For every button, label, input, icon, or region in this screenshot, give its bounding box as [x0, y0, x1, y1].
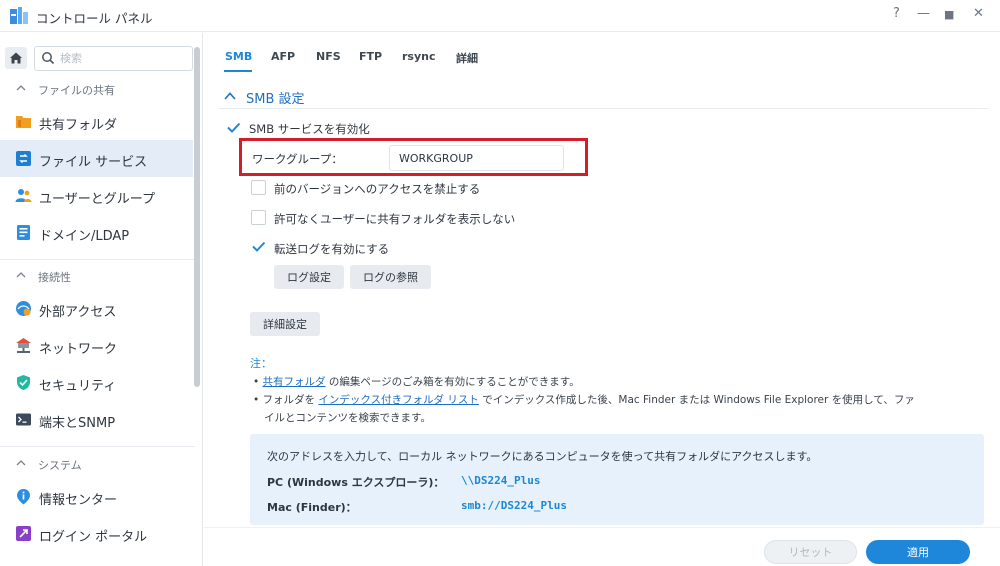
section-system[interactable]: システム — [0, 450, 195, 480]
sidebar-item-file-services[interactable]: ファイル サービス — [0, 140, 193, 177]
window-title: コントロール パネル — [36, 11, 153, 26]
advanced-settings-button[interactable]: 詳細設定 — [250, 312, 320, 336]
home-icon — [10, 52, 22, 64]
terminal-icon — [16, 413, 31, 426]
sidebar-item-label: 情報センター — [39, 493, 118, 508]
mac-address-value: smb://DS224_Plus — [461, 499, 567, 512]
external-access-icon — [16, 301, 31, 316]
network-icon — [16, 338, 31, 353]
hide-shared-folders-checkbox[interactable] — [251, 210, 266, 225]
note-line-2: • フォルダを インデックス付きフォルダ リスト でインデックス作成した後、Ma… — [253, 394, 915, 406]
home-button[interactable] — [5, 47, 27, 69]
tab-afp[interactable]: AFP — [271, 50, 295, 63]
enable-smb-checkbox[interactable] — [226, 120, 241, 135]
shield-icon — [17, 375, 30, 390]
smb-settings-header[interactable]: SMB 設定 — [218, 85, 988, 109]
control-panel-icon — [10, 7, 28, 24]
note-line-1: • 共有フォルダ の編集ページのごみ箱を有効にすることができます。 — [253, 376, 580, 388]
sidebar-item-label: ファイル サービス — [39, 155, 148, 170]
sidebar-item-external-access[interactable]: 外部アクセス — [0, 290, 193, 327]
indexed-folder-list-link[interactable]: インデックス付きフォルダ リスト — [318, 394, 479, 406]
section-file-sharing[interactable]: ファイルの共有 — [0, 75, 195, 105]
note-text: でインデックス作成した後、Mac Finder または Windows File… — [478, 394, 915, 406]
pc-address-value: \\DS224_Plus — [461, 474, 541, 487]
pc-address-label: PC (Windows エクスプローラ)： — [267, 476, 445, 489]
section-divider — [0, 259, 195, 260]
note-title: 注： — [250, 357, 272, 370]
chevron-up-icon — [16, 460, 26, 466]
access-info-box: 次のアドレスを入力して、ローカル ネットワークにあるコンピュータを使って共有フォ… — [250, 434, 984, 525]
sidebar-item-label: ログイン ポータル — [39, 530, 148, 545]
tab-bar: SMB AFP NFS FTP rsync 詳細 — [204, 33, 1000, 78]
sidebar-scrollbar[interactable] — [194, 47, 200, 387]
chevron-up-icon — [16, 85, 26, 91]
section-label: システム — [38, 459, 82, 472]
note-text: の編集ページのごみ箱を有効にすることができます。 — [325, 376, 580, 388]
chevron-up-icon — [16, 272, 26, 278]
chevron-up-icon — [224, 92, 236, 100]
option-label: 転送ログを有効にする — [274, 242, 390, 256]
reset-button[interactable]: リセット — [764, 540, 857, 564]
sidebar: ファイルの共有 共有フォルダ ファイル サービス ユーザーとグループ ドメイン/… — [0, 33, 203, 566]
sidebar-item-info-center[interactable]: 情報センター — [0, 478, 193, 515]
maximize-button[interactable]: ■ — [944, 8, 954, 21]
section-label: ファイルの共有 — [38, 84, 115, 97]
enable-smb-label: SMB サービスを有効化 — [249, 122, 370, 136]
sidebar-item-label: 外部アクセス — [39, 305, 117, 320]
sidebar-item-label: 共有フォルダ — [39, 118, 118, 133]
sidebar-item-login-portal[interactable]: ログイン ポータル — [0, 515, 193, 552]
enable-transfer-log-checkbox[interactable] — [251, 239, 266, 254]
sidebar-item-domain-ldap[interactable]: ドメイン/LDAP — [0, 214, 193, 251]
panel-title: SMB 設定 — [246, 92, 305, 107]
help-button[interactable]: ? — [893, 6, 900, 21]
section-connectivity[interactable]: 接続性 — [0, 262, 195, 292]
sidebar-item-label: セキュリティ — [39, 379, 117, 394]
footer-bar: リセット 適用 — [204, 527, 1000, 566]
sidebar-item-security[interactable]: セキュリティ — [0, 364, 193, 401]
tab-rsync[interactable]: rsync — [402, 50, 436, 63]
sidebar-item-label: ネットワーク — [39, 342, 118, 357]
section-divider — [0, 446, 195, 447]
sidebar-item-label: ユーザーとグループ — [39, 192, 155, 207]
sidebar-item-terminal-snmp[interactable]: 端末とSNMP — [0, 401, 193, 438]
close-button[interactable]: ✕ — [973, 6, 984, 21]
note-line-3: イルとコンテンツを検索できます。 — [264, 412, 431, 424]
section-label: 接続性 — [38, 271, 71, 284]
note-text: フォルダを — [262, 394, 319, 406]
sidebar-item-label: 端末とSNMP — [39, 416, 116, 431]
tab-ftp[interactable]: FTP — [359, 50, 382, 63]
option-label: 前のバージョンへのアクセスを禁止する — [274, 182, 481, 196]
id-card-icon — [17, 225, 30, 240]
title-bar: コントロール パネル ? — ■ ✕ — [0, 0, 1000, 32]
shared-folder-link[interactable]: 共有フォルダ — [263, 376, 326, 388]
search-input[interactable] — [60, 50, 185, 67]
active-tab-indicator — [224, 70, 252, 72]
access-info-text: 次のアドレスを入力して、ローカル ネットワークにあるコンピュータを使って共有フォ… — [267, 450, 818, 463]
main-content: SMB AFP NFS FTP rsync 詳細 SMB 設定 SMB サービス… — [204, 33, 1000, 566]
log-settings-button[interactable]: ログ設定 — [274, 265, 344, 289]
tab-nfs[interactable]: NFS — [316, 50, 341, 63]
highlight-box — [239, 138, 588, 176]
apply-button[interactable]: 適用 — [866, 540, 970, 564]
users-icon — [15, 189, 32, 202]
sidebar-item-shared-folder[interactable]: 共有フォルダ — [0, 103, 193, 140]
file-services-icon — [16, 151, 31, 166]
folder-icon — [16, 116, 31, 128]
sidebar-item-users-groups[interactable]: ユーザーとグループ — [0, 177, 193, 214]
search-box[interactable] — [34, 46, 193, 71]
search-icon — [42, 52, 55, 65]
tab-advanced[interactable]: 詳細 — [456, 50, 478, 66]
mac-address-label: Mac (Finder)： — [267, 501, 357, 514]
info-icon — [17, 489, 30, 505]
login-portal-icon — [16, 526, 31, 541]
minimize-button[interactable]: — — [917, 6, 930, 21]
sidebar-item-label: ドメイン/LDAP — [39, 229, 130, 244]
tab-smb[interactable]: SMB — [225, 50, 252, 63]
sidebar-item-network[interactable]: ネットワーク — [0, 327, 193, 364]
disable-previous-versions-checkbox[interactable] — [251, 180, 266, 195]
option-label: 許可なくユーザーに共有フォルダを表示しない — [274, 212, 516, 226]
view-logs-button[interactable]: ログの参照 — [350, 265, 431, 289]
